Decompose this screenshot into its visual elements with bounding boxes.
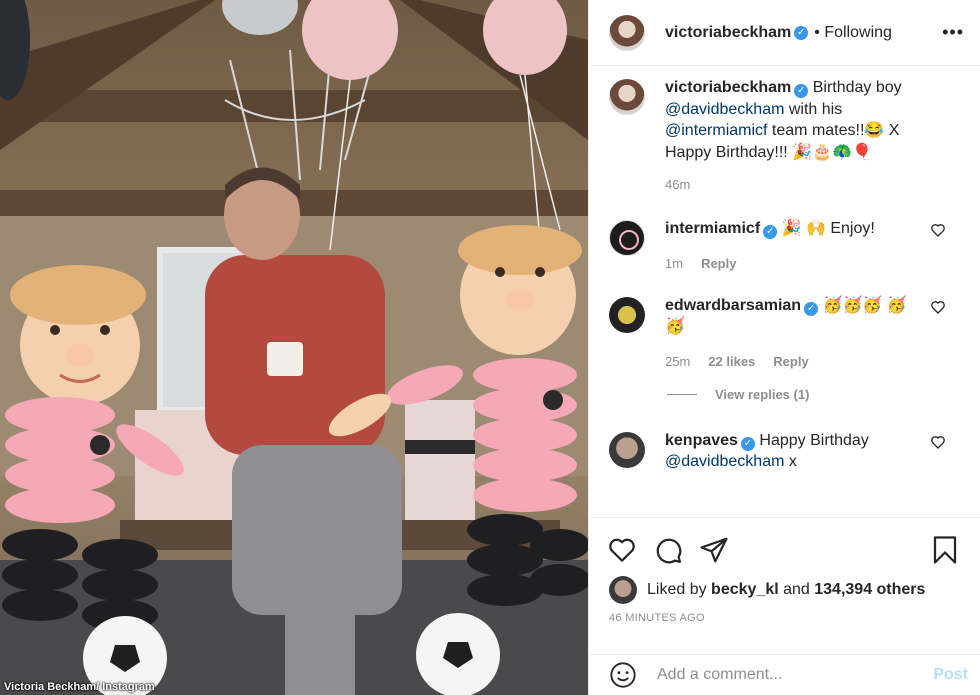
comment-item: kenpaves ✓ Happy Birthday @davidbeckham x xyxy=(609,430,960,473)
caption-text: with his xyxy=(784,100,843,118)
post-photo[interactable]: Victoria Beckham/ Instagram xyxy=(0,0,588,695)
verified-badge-icon: ✓ xyxy=(763,225,778,239)
post-side-panel: victoriabeckham ✓ • Following ••• victor… xyxy=(588,0,980,695)
commenter-avatar[interactable] xyxy=(609,220,645,256)
likes-summary: Liked by becky_kl and 134,394 others xyxy=(609,576,925,604)
like-heart-icon[interactable] xyxy=(607,535,637,565)
comment-text: x xyxy=(784,453,797,470)
add-comment-bar: Post xyxy=(589,654,980,695)
commenter-username[interactable]: edwardbarsamian xyxy=(665,297,801,314)
liker-username-link[interactable]: becky_kl xyxy=(711,581,779,599)
comment-mention-link[interactable]: @davidbeckham xyxy=(665,453,784,470)
likes-middle: and xyxy=(778,581,815,598)
commenter-username[interactable]: intermiamicf xyxy=(665,220,760,237)
caption-username[interactable]: victoriabeckham xyxy=(665,79,791,96)
post-timestamp[interactable]: 46 MINUTES AGO xyxy=(609,612,705,624)
caption-text: Birthday boy xyxy=(812,79,902,96)
like-comment-heart-icon[interactable] xyxy=(930,299,946,315)
liker-avatar[interactable] xyxy=(609,576,637,604)
comment-time[interactable]: 25m xyxy=(665,354,690,369)
like-comment-heart-icon[interactable] xyxy=(930,222,946,238)
comment-time[interactable]: 1m xyxy=(665,256,683,271)
commenter-username[interactable]: kenpaves xyxy=(665,432,738,449)
photo-credit: Victoria Beckham/ Instagram xyxy=(4,681,155,693)
reply-button[interactable]: Reply xyxy=(773,354,808,369)
commenter-avatar[interactable] xyxy=(609,296,645,333)
verified-badge-icon: ✓ xyxy=(794,84,809,98)
more-options-icon[interactable]: ••• xyxy=(942,22,964,43)
comment-likes-count[interactable]: 22 likes xyxy=(708,354,755,369)
photo-illustration xyxy=(0,0,588,695)
post-comment-button[interactable]: Post xyxy=(933,666,968,684)
comment-item: edwardbarsamian ✓ 🥳🥳🥳 🥳🥳 25m 22 likes Rep… xyxy=(609,295,960,369)
comment-bubble-icon[interactable] xyxy=(653,535,683,565)
view-replies-button[interactable]: View replies (1) xyxy=(667,387,960,402)
post-actions xyxy=(589,517,980,567)
comment-item: intermiamicf ✓ 🎉 🙌 Enjoy! 1m Reply xyxy=(609,218,960,271)
caption-mention-link[interactable]: @davidbeckham xyxy=(665,101,784,118)
verified-badge-icon: ✓ xyxy=(804,301,819,316)
post-header: victoriabeckham ✓ • Following ••• xyxy=(589,0,980,66)
caption-avatar[interactable] xyxy=(609,79,645,115)
following-status-button[interactable]: • Following xyxy=(814,24,892,42)
verified-badge-icon: ✓ xyxy=(740,436,755,451)
verified-badge-icon: ✓ xyxy=(794,25,809,40)
likes-prefix: Liked by xyxy=(647,581,707,598)
share-paper-plane-icon[interactable] xyxy=(699,535,729,565)
comment-text: Happy Birthday xyxy=(759,431,869,449)
view-replies-line xyxy=(667,393,697,395)
comment-text: 🎉 🙌 Enjoy! xyxy=(781,220,875,237)
caption: victoriabeckham ✓ Birthday boy @davidbeck… xyxy=(609,77,960,192)
view-replies-label: View replies (1) xyxy=(715,386,810,402)
add-comment-input[interactable] xyxy=(657,666,934,684)
commenter-avatar[interactable] xyxy=(609,431,645,468)
save-bookmark-icon[interactable] xyxy=(930,535,960,565)
caption-time[interactable]: 46m xyxy=(665,177,690,192)
emoji-smile-icon[interactable] xyxy=(609,661,637,689)
author-username[interactable]: victoriabeckham xyxy=(665,24,791,42)
reply-button[interactable]: Reply xyxy=(701,256,736,271)
author-avatar[interactable] xyxy=(609,14,645,51)
comments-list[interactable]: victoriabeckham ✓ Birthday boy @davidbeck… xyxy=(589,77,980,517)
likes-count-link[interactable]: 134,394 others xyxy=(814,581,925,599)
like-comment-heart-icon[interactable] xyxy=(930,434,946,450)
caption-mention-link[interactable]: @intermiamicf xyxy=(665,122,767,139)
